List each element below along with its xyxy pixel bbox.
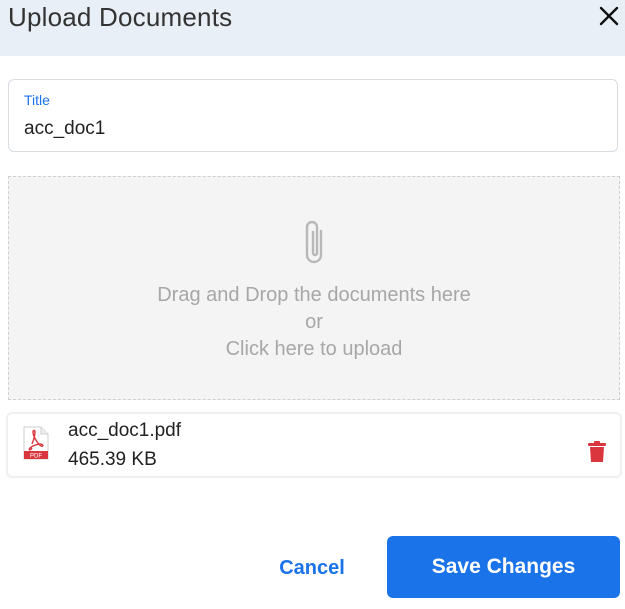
file-name: acc_doc1.pdf <box>68 420 182 441</box>
title-input[interactable] <box>24 116 594 142</box>
title-field-label: Title <box>24 92 50 108</box>
close-icon[interactable] <box>597 4 621 28</box>
file-size: 465.39 KB <box>68 449 157 470</box>
dialog-header: Upload Documents <box>0 0 625 56</box>
paperclip-icon <box>301 217 331 267</box>
pdf-file-icon: PDF <box>23 426 49 460</box>
trash-icon[interactable] <box>588 441 606 463</box>
upload-dropzone[interactable]: Drag and Drop the documents here or Clic… <box>8 176 620 400</box>
cancel-button[interactable]: Cancel <box>264 550 360 586</box>
save-changes-button[interactable]: Save Changes <box>387 536 620 598</box>
dropzone-or: or <box>305 311 323 333</box>
dropzone-instruction: Drag and Drop the documents here <box>157 284 471 306</box>
svg-text:PDF: PDF <box>30 454 42 460</box>
dropzone-click-upload: Click here to upload <box>225 338 403 360</box>
title-field[interactable]: Title <box>8 79 618 152</box>
uploaded-file-item: PDF acc_doc1.pdf 465.39 KB <box>8 414 620 476</box>
dialog-title: Upload Documents <box>8 2 233 32</box>
